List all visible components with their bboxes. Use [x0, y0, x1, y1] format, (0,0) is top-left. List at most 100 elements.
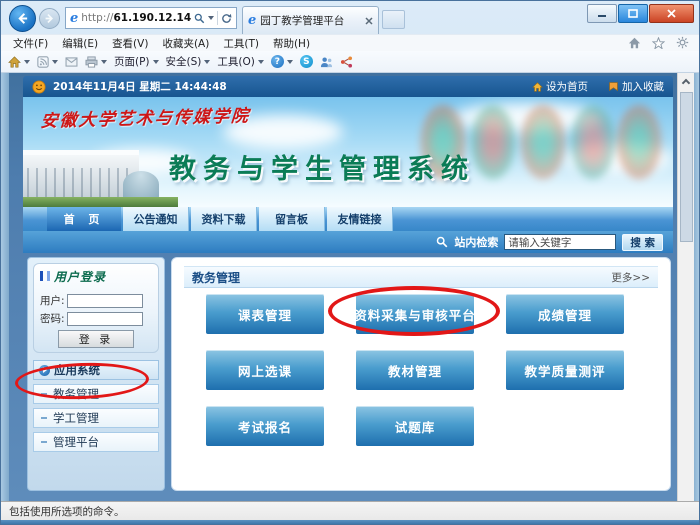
- home-dropdown-icon[interactable]: [24, 60, 30, 64]
- settings-gear-icon[interactable]: [676, 36, 689, 49]
- login-header-icon: [47, 271, 50, 281]
- command-toolbar: 页面(P) 安全(S) 工具(O) ? S: [1, 51, 699, 73]
- module-button-exam-registration[interactable]: 考试报名: [206, 406, 324, 446]
- nav-tab-announcements[interactable]: 公告通知: [123, 207, 189, 231]
- favorite-icon: [608, 81, 619, 92]
- sidebar-item-admin-platform[interactable]: 管理平台: [33, 432, 159, 452]
- main-panel: 教务管理 更多>> 课表管理 资料采集与审核平台 成绩管理 网上选课 教材管理 …: [171, 257, 671, 491]
- minimize-button[interactable]: [587, 4, 617, 23]
- site-search-icon: [436, 236, 448, 248]
- page-top-bar: 2014年11月4日 星期二 14:44:48 设为首页 加入收藏: [23, 76, 673, 97]
- login-panel: 用户登录 用户: 密码: 登 录: [33, 263, 159, 353]
- menu-bar: 文件(F) 编辑(E) 查看(V) 收藏夹(A) 工具(T) 帮助(H): [1, 34, 699, 51]
- dash-icon: [41, 417, 47, 419]
- skype-icon[interactable]: S: [300, 55, 313, 68]
- menu-favorites[interactable]: 收藏夹(A): [155, 36, 216, 51]
- apps-bullet-icon: [39, 365, 50, 376]
- url-host: 61.190.12.148/: [113, 12, 191, 24]
- search-icon[interactable]: [194, 13, 205, 24]
- nav-tab-guestbook[interactable]: 留言板: [259, 207, 325, 231]
- school-name-calligraphy: 安徽大学艺术与传媒学院: [40, 101, 251, 131]
- menu-help[interactable]: 帮助(H): [266, 36, 317, 51]
- more-link[interactable]: 更多>>: [611, 270, 650, 285]
- dancer-figure: [521, 105, 565, 179]
- set-home-link[interactable]: 设为首页: [532, 79, 588, 94]
- site-search-label: 站内检索: [454, 234, 498, 250]
- minimize-icon: [597, 9, 607, 18]
- safety-menu[interactable]: 安全(S): [166, 54, 211, 69]
- menu-edit[interactable]: 编辑(E): [55, 36, 105, 51]
- add-favorite-link[interactable]: 加入收藏: [608, 79, 664, 94]
- search-input[interactable]: [504, 234, 616, 250]
- feed-icon[interactable]: [37, 56, 49, 68]
- ie-icon: e: [248, 14, 256, 27]
- url-scheme: http://: [81, 12, 113, 24]
- menu-view[interactable]: 查看(V): [105, 36, 155, 51]
- site-search-bar: 站内检索 搜 索: [23, 231, 673, 253]
- help-icon[interactable]: ?: [271, 55, 284, 68]
- safety-menu-label: 安全(S): [166, 54, 202, 69]
- status-text: 包括使用所选项的命令。: [9, 504, 125, 519]
- vertical-scrollbar[interactable]: [677, 73, 694, 501]
- close-button[interactable]: [649, 4, 694, 23]
- module-button-online-course-selection[interactable]: 网上选课: [206, 350, 324, 390]
- sidebar-item-academic-affairs[interactable]: 教务管理: [33, 384, 159, 404]
- home-icon[interactable]: [628, 37, 641, 49]
- chevron-up-icon: [682, 79, 690, 87]
- module-button-question-bank[interactable]: 试题库: [356, 406, 474, 446]
- maximize-button[interactable]: [618, 4, 648, 23]
- home-small-icon[interactable]: [8, 56, 21, 68]
- password-field[interactable]: [67, 312, 143, 326]
- tools-menu[interactable]: 工具(O): [217, 54, 263, 69]
- module-button-grades[interactable]: 成绩管理: [506, 294, 624, 334]
- search-button[interactable]: 搜 索: [622, 234, 663, 251]
- safety-dropdown-icon: [204, 60, 210, 64]
- share-icon[interactable]: [340, 56, 353, 68]
- smiley-icon: [32, 80, 46, 94]
- help-dropdown-icon[interactable]: [287, 60, 293, 64]
- username-label: 用户:: [40, 293, 65, 308]
- username-field[interactable]: [67, 294, 143, 308]
- sidebar: 用户登录 用户: 密码: 登 录: [27, 257, 165, 491]
- login-button[interactable]: 登 录: [58, 330, 134, 348]
- back-arrow-icon: [16, 12, 29, 25]
- module-button-grid: 课表管理 资料采集与审核平台 成绩管理 网上选课 教材管理 教学质量测评 考试报…: [206, 294, 670, 446]
- page-menu[interactable]: 页面(P): [114, 54, 159, 69]
- module-button-timetable[interactable]: 课表管理: [206, 294, 324, 334]
- browser-tab[interactable]: e 园丁教学管理平台: [242, 6, 379, 34]
- mail-icon[interactable]: [65, 57, 78, 67]
- browser-window: e http://61.190.12.148/ e 园丁教学管理平台: [0, 0, 700, 525]
- forward-button[interactable]: [39, 8, 60, 29]
- module-button-data-collection-review[interactable]: 资料采集与审核平台: [356, 294, 474, 334]
- nav-tab-home[interactable]: 首 页: [47, 207, 121, 231]
- menu-tools[interactable]: 工具(T): [216, 36, 266, 51]
- login-title: 用户登录: [54, 268, 106, 285]
- print-icon[interactable]: [85, 56, 98, 68]
- back-button[interactable]: [9, 5, 36, 32]
- campus-building-image: [23, 141, 178, 207]
- dash-icon: [41, 393, 47, 395]
- new-tab-button[interactable]: [382, 10, 405, 29]
- module-button-textbooks[interactable]: 教材管理: [356, 350, 474, 390]
- menu-file[interactable]: 文件(F): [6, 36, 55, 51]
- address-dropdown-icon[interactable]: [208, 16, 214, 20]
- nav-tab-links[interactable]: 友情链接: [327, 207, 393, 231]
- print-dropdown-icon[interactable]: [101, 60, 107, 64]
- feed-dropdown-icon[interactable]: [52, 60, 58, 64]
- tab-close-icon[interactable]: [365, 17, 373, 25]
- window-controls: [587, 4, 694, 23]
- favorites-star-icon[interactable]: [652, 37, 665, 49]
- status-bar: 包括使用所选项的命令。: [1, 501, 700, 520]
- page-body: 2014年11月4日 星期二 14:44:48 设为首页 加入收藏: [23, 76, 673, 501]
- scrollbar-thumb[interactable]: [680, 92, 693, 242]
- nav-tab-downloads[interactable]: 资料下载: [191, 207, 257, 231]
- address-bar[interactable]: e http://61.190.12.148/: [65, 7, 237, 29]
- content-area: 用户登录 用户: 密码: 登 录: [23, 253, 673, 501]
- main-nav: 首 页 公告通知 资料下载 留言板 友情链接: [23, 207, 673, 231]
- module-button-teaching-quality[interactable]: 教学质量测评: [506, 350, 624, 390]
- refresh-icon[interactable]: [221, 13, 232, 24]
- maximize-icon: [628, 9, 638, 18]
- page-menu-label: 页面(P): [114, 54, 150, 69]
- people-icon[interactable]: [320, 56, 333, 68]
- sidebar-item-student-affairs[interactable]: 学工管理: [33, 408, 159, 428]
